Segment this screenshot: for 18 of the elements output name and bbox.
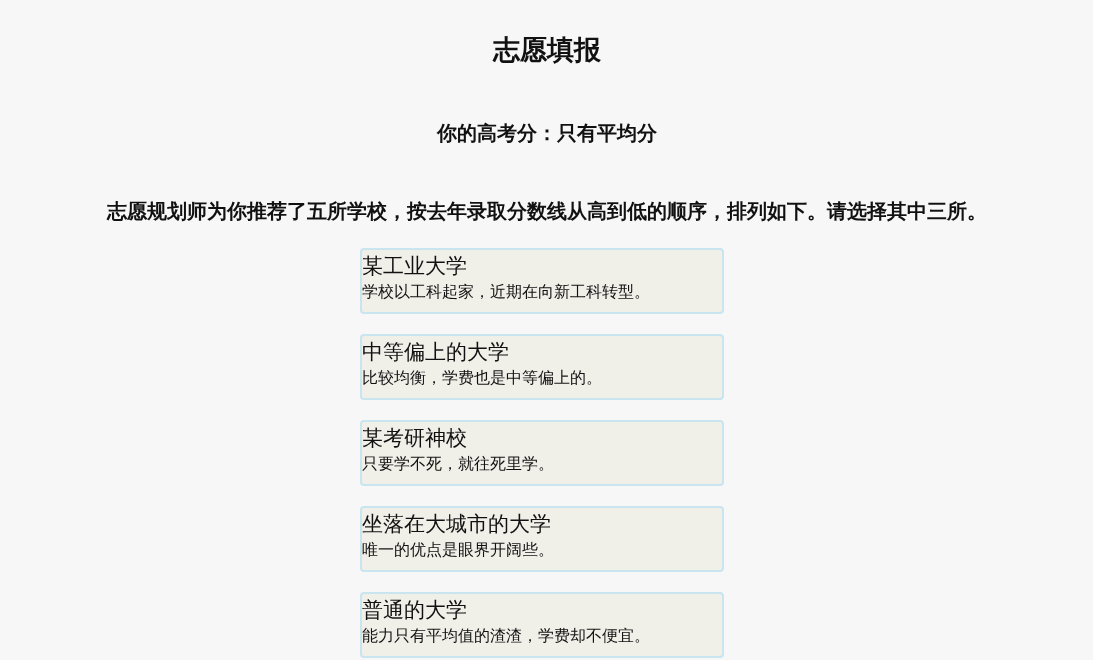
school-description: 学校以工科起家，近期在向新工科转型。 — [361, 281, 650, 303]
school-option[interactable]: 普通的大学 能力只有平均值的渣渣，学费却不便宜。 — [359, 592, 724, 658]
school-option[interactable]: 某考研神校 只要学不死，就往死里学。 — [359, 420, 724, 486]
school-name: 普通的大学 — [361, 597, 467, 624]
instruction-text: 志愿规划师为你推荐了五所学校，按去年录取分数线从高到低的顺序，排列如下。请选择其中三所。 — [106, 198, 987, 225]
school-option[interactable]: 某工业大学 学校以工科起家，近期在向新工科转型。 — [359, 248, 724, 314]
school-description: 比较均衡，学费也是中等偏上的。 — [361, 367, 602, 389]
school-description: 唯一的优点是眼界开阔些。 — [361, 539, 554, 561]
school-option[interactable]: 坐落在大城市的大学 唯一的优点是眼界开阔些。 — [359, 506, 724, 572]
school-description: 只要学不死，就往死里学。 — [361, 453, 554, 475]
score-text: 你的高考分：只有平均分 — [436, 120, 657, 147]
school-name: 坐落在大城市的大学 — [361, 511, 551, 538]
school-description: 能力只有平均值的渣渣，学费却不便宜。 — [361, 625, 650, 647]
school-option[interactable]: 中等偏上的大学 比较均衡，学费也是中等偏上的。 — [359, 334, 724, 400]
page-title: 志愿填报 — [492, 33, 601, 67]
school-name: 某工业大学 — [361, 253, 467, 280]
school-name: 某考研神校 — [361, 425, 467, 452]
school-name: 中等偏上的大学 — [361, 339, 509, 366]
